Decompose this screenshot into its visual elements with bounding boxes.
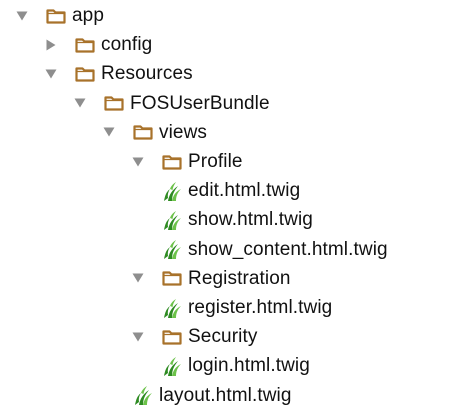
disclosure-expanded-icon[interactable]: [103, 126, 115, 138]
tree-item-label: layout.html.twig: [159, 384, 292, 406]
twig-file-icon: [161, 238, 183, 260]
tree-item-label: show.html.twig: [188, 209, 313, 231]
twig-file-icon: [132, 384, 154, 406]
tree-item-label: Resources: [101, 63, 193, 85]
tree-folder-row[interactable]: Resources: [45, 59, 193, 88]
disclosure-expanded-icon[interactable]: [132, 331, 144, 343]
tree-file-row[interactable]: show_content.html.twig: [161, 235, 388, 264]
disclosure-expanded-icon[interactable]: [74, 97, 86, 109]
twig-file-icon: [161, 297, 183, 319]
tree-folder-row[interactable]: app: [16, 1, 104, 30]
tree-file-row[interactable]: layout.html.twig: [132, 381, 292, 410]
folder-icon: [132, 121, 154, 143]
twig-file-icon: [161, 209, 183, 231]
folder-icon: [161, 326, 183, 348]
tree-item-label: Profile: [188, 151, 243, 172]
tree-item-label: config: [101, 34, 153, 56]
tree-item-label: register.html.twig: [188, 297, 333, 318]
tree-file-row[interactable]: edit.html.twig: [161, 176, 300, 205]
twig-file-icon: [161, 355, 183, 377]
tree-folder-row[interactable]: Security: [132, 322, 257, 351]
tree-file-row[interactable]: show.html.twig: [161, 205, 313, 234]
tree-folder-row[interactable]: Registration: [132, 264, 291, 293]
folder-icon: [161, 151, 183, 173]
tree-item-label: app: [72, 5, 105, 26]
tree-item-label: edit.html.twig: [188, 180, 301, 202]
project-tree: app config Resources FOSUserBundle views Prof…: [0, 0, 474, 411]
tree-file-row[interactable]: login.html.twig: [161, 351, 310, 380]
folder-icon: [161, 267, 183, 289]
tree-item-label: show_content.html.twig: [188, 238, 388, 260]
tree-item-label: login.html.twig: [188, 355, 310, 377]
tree-folder-row[interactable]: views: [103, 118, 207, 147]
disclosure-expanded-icon[interactable]: [132, 272, 144, 284]
disclosure-expanded-icon[interactable]: [45, 68, 57, 80]
tree-item-label: views: [159, 121, 208, 143]
tree-folder-row[interactable]: Profile: [132, 147, 243, 176]
folder-icon: [74, 63, 96, 85]
tree-file-row[interactable]: register.html.twig: [161, 293, 332, 322]
tree-folder-row[interactable]: FOSUserBundle: [74, 89, 270, 118]
tree-item-label: Security: [188, 326, 258, 348]
disclosure-collapsed-icon[interactable]: [45, 39, 57, 51]
twig-file-icon: [161, 180, 183, 202]
disclosure-expanded-icon[interactable]: [132, 156, 144, 168]
tree-item-label: FOSUserBundle: [130, 92, 270, 114]
tree-folder-row[interactable]: config: [45, 30, 152, 59]
folder-icon: [45, 5, 67, 27]
folder-icon: [103, 92, 125, 114]
folder-icon: [74, 34, 96, 56]
tree-item-label: Registration: [188, 267, 291, 289]
disclosure-expanded-icon[interactable]: [16, 10, 28, 22]
